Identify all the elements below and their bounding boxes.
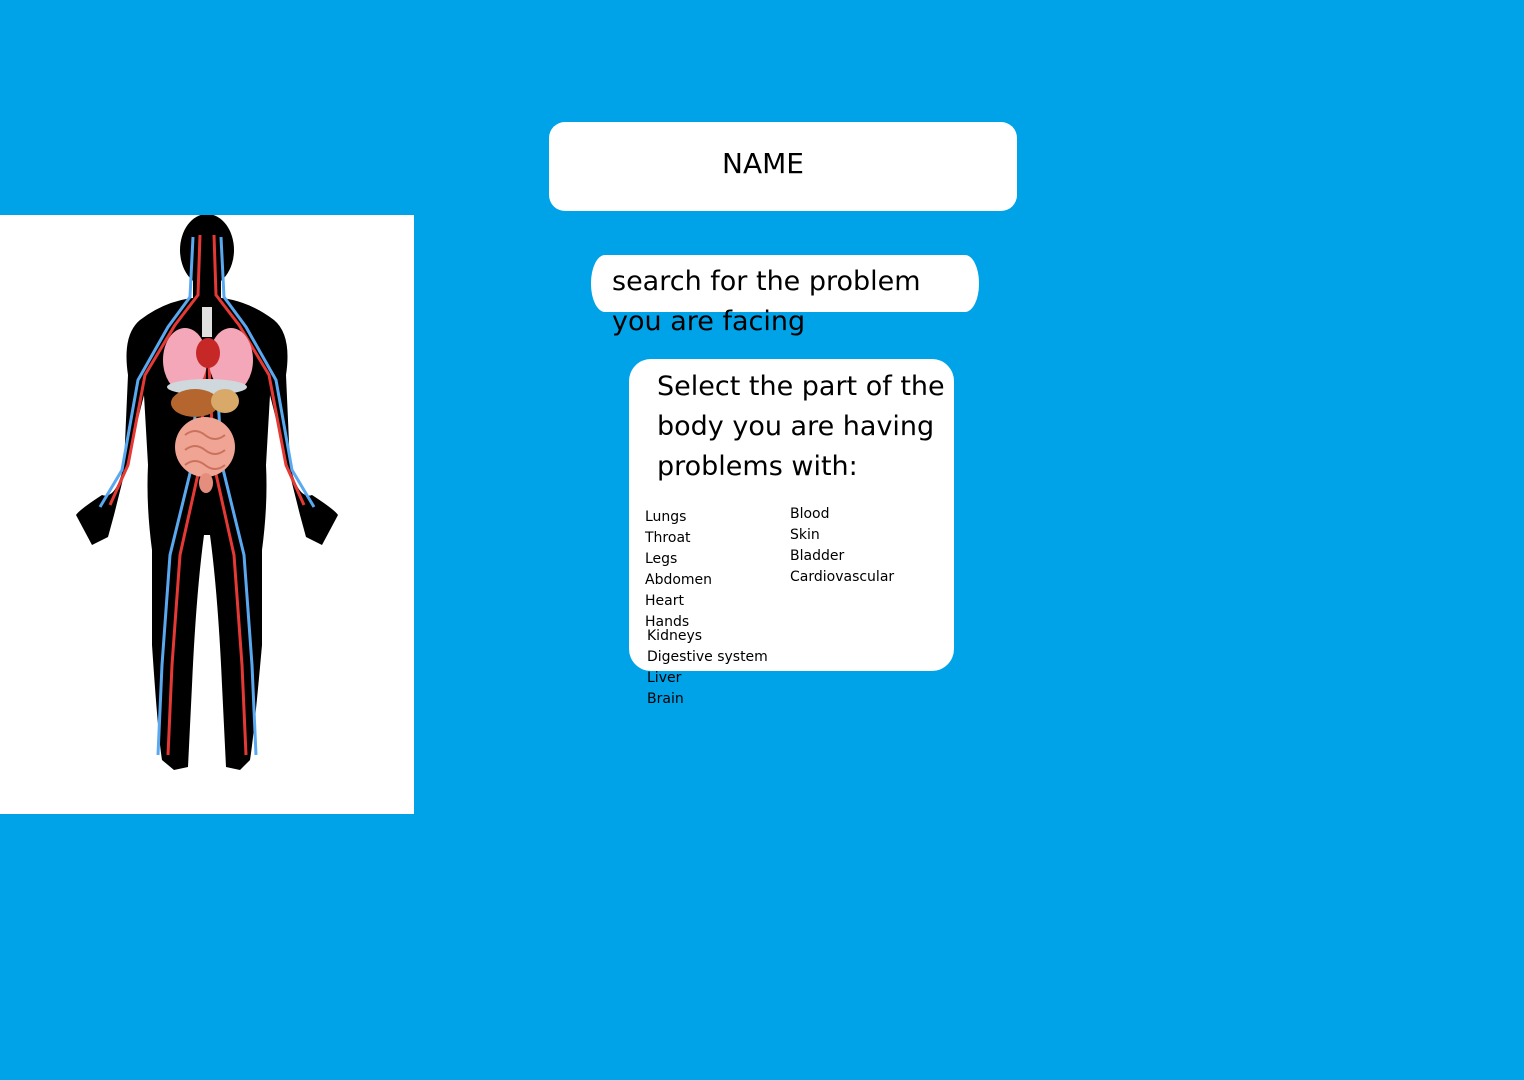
body-part-option-kidneys[interactable]: Kidneys [647, 626, 768, 647]
body-part-option-digestive-system[interactable]: Digestive system [647, 647, 768, 668]
body-part-option-throat[interactable]: Throat [645, 528, 712, 549]
search-placeholder: search for the problem you are facing [612, 266, 921, 337]
human-anatomy-icon [76, 215, 338, 770]
body-part-option-abdomen[interactable]: Abdomen [645, 570, 712, 591]
body-part-option-blood[interactable]: Blood [790, 504, 894, 525]
body-part-option-bladder[interactable]: Bladder [790, 546, 894, 567]
body-part-option-cardiovascular[interactable]: Cardiovascular [790, 567, 894, 588]
body-part-prompt: Select the part of the body you are havi… [657, 371, 945, 482]
body-part-option-brain[interactable]: Brain [647, 689, 768, 710]
anatomy-illustration [0, 215, 414, 814]
body-part-list-1: Lungs Throat Legs Abdomen Heart Hands [645, 507, 712, 633]
body-part-option-lungs[interactable]: Lungs [645, 507, 712, 528]
body-part-list-1b: Kidneys Digestive system Liver Brain [647, 626, 768, 710]
body-part-option-liver[interactable]: Liver [647, 668, 768, 689]
body-part-option-skin[interactable]: Skin [790, 525, 894, 546]
body-part-option-legs[interactable]: Legs [645, 549, 712, 570]
name-label: NAME [722, 147, 804, 180]
body-part-list-2: Blood Skin Bladder Cardiovascular [790, 504, 894, 588]
body-part-option-heart[interactable]: Heart [645, 591, 712, 612]
